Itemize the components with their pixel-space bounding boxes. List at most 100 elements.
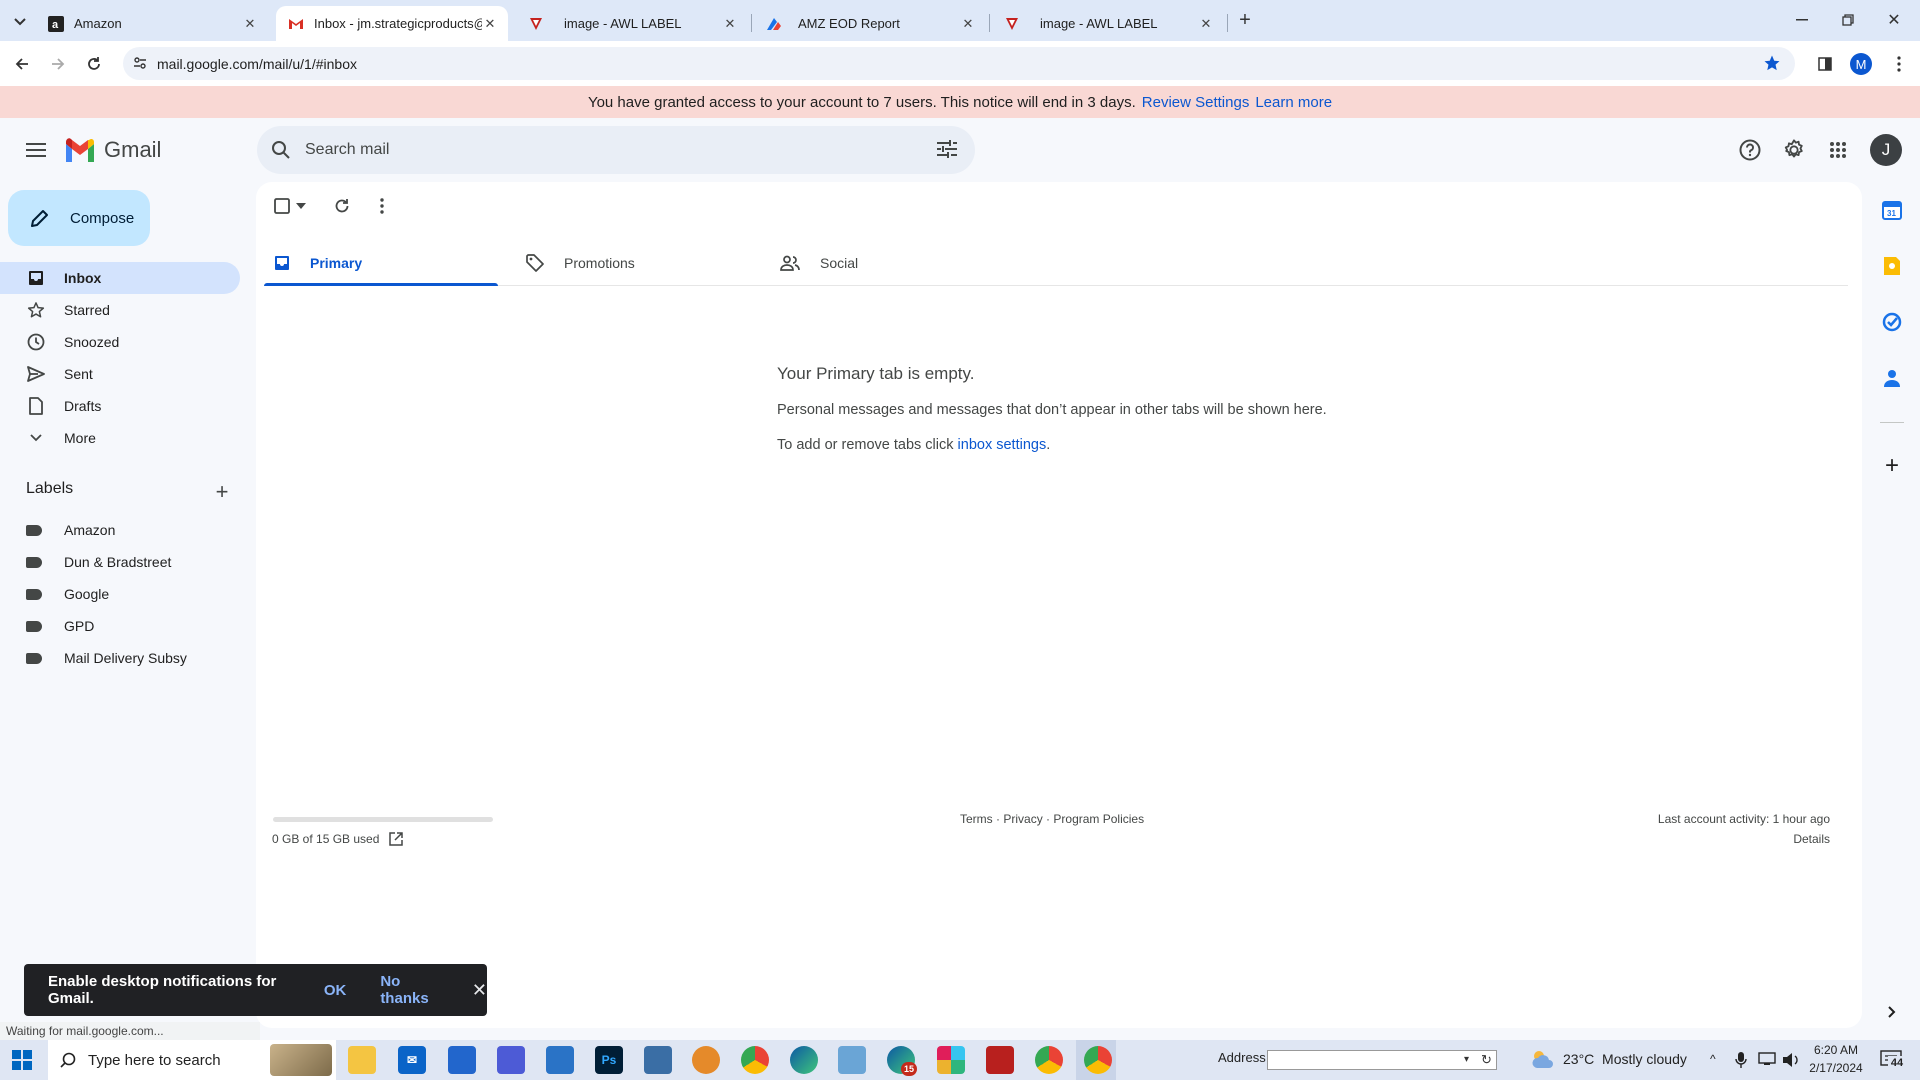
tab-social[interactable]: Social <box>780 240 858 286</box>
new-tab-icon[interactable]: + <box>1233 8 1257 32</box>
chrome-icon[interactable] <box>741 1046 769 1074</box>
restore-icon[interactable] <box>1836 8 1860 32</box>
browser-tab-amazon[interactable]: a Amazon ✕ <box>36 6 268 41</box>
address-toolbar-input[interactable] <box>1267 1050 1497 1070</box>
tab-search-icon[interactable] <box>8 10 32 34</box>
label-item[interactable]: Amazon <box>26 514 115 546</box>
taskbar-search-input[interactable]: Type here to search <box>88 1052 221 1069</box>
keep-icon[interactable] <box>1877 251 1907 281</box>
edge-icon[interactable]: 15 <box>887 1046 917 1076</box>
chevron-up-icon[interactable]: ^ <box>1710 1052 1716 1066</box>
network-icon[interactable] <box>1758 1052 1776 1068</box>
sidebar-item-starred[interactable]: Starred <box>0 294 240 326</box>
select-all-checkbox[interactable] <box>274 196 308 216</box>
app-icon[interactable] <box>546 1046 574 1074</box>
close-tab-icon[interactable]: ✕ <box>482 16 498 32</box>
label-item[interactable]: GPD <box>26 610 94 642</box>
browser-tab-awl-2[interactable]: image - AWL LABEL ✕ <box>992 6 1224 41</box>
sidebar-item-inbox[interactable]: Inbox <box>0 262 240 294</box>
review-settings-link[interactable]: Review Settings <box>1142 94 1250 111</box>
search-box[interactable]: Search mail <box>257 126 975 174</box>
browser-profile-avatar[interactable]: M <box>1850 53 1872 75</box>
reload-icon[interactable] <box>82 52 106 76</box>
sidebar-item-drafts[interactable]: Drafts <box>0 390 240 422</box>
no-thanks-button[interactable]: No thanks <box>380 973 446 1007</box>
chevron-right-icon[interactable] <box>1877 997 1907 1027</box>
sidebar-item-more[interactable]: More <box>0 422 240 454</box>
help-icon[interactable] <box>1736 136 1764 164</box>
tasks-icon[interactable] <box>1877 307 1907 337</box>
terms-link[interactable]: Terms <box>960 812 993 826</box>
mail-app-icon[interactable]: ✉ <box>398 1046 426 1074</box>
refresh-icon[interactable] <box>332 196 352 216</box>
bookmark-star-icon[interactable] <box>1763 54 1781 72</box>
chevron-down-icon[interactable]: ▾ <box>1464 1054 1469 1065</box>
settings-gear-icon[interactable] <box>1780 136 1808 164</box>
add-label-icon[interactable]: + <box>210 479 234 504</box>
close-window-icon[interactable]: ✕ <box>1882 8 1906 32</box>
close-tab-icon[interactable]: ✕ <box>960 16 976 32</box>
more-options-icon[interactable] <box>372 196 392 216</box>
site-info-icon[interactable] <box>133 56 147 70</box>
learn-more-link[interactable]: Learn more <box>1255 94 1332 111</box>
app-icon[interactable] <box>497 1046 525 1074</box>
search-options-icon[interactable] <box>937 140 957 158</box>
address-bar[interactable]: mail.google.com/mail/u/1/#inbox <box>123 47 1795 80</box>
label-item[interactable]: Google <box>26 578 109 610</box>
microphone-icon[interactable] <box>1735 1051 1749 1069</box>
sidebar-item-sent[interactable]: Sent <box>0 358 240 390</box>
slack-icon[interactable] <box>937 1046 965 1074</box>
clock-time[interactable]: 6:20 AM <box>1806 1043 1866 1057</box>
privacy-link[interactable]: Privacy <box>1003 812 1042 826</box>
contacts-icon[interactable] <box>1877 363 1907 393</box>
main-menu-icon[interactable] <box>22 138 50 162</box>
search-input[interactable]: Search mail <box>305 141 389 159</box>
apps-grid-icon[interactable] <box>1824 136 1852 164</box>
windows-start-icon[interactable] <box>12 1050 32 1070</box>
search-icon[interactable] <box>271 140 291 160</box>
minimize-icon[interactable] <box>1790 8 1814 32</box>
sidebar-item-snoozed[interactable]: Snoozed <box>0 326 240 358</box>
calendar-icon[interactable]: 31 <box>1877 195 1907 225</box>
chrome-profile-icon[interactable] <box>1035 1046 1063 1074</box>
chrome-active-icon[interactable] <box>1084 1046 1112 1074</box>
file-explorer-icon[interactable] <box>348 1046 376 1074</box>
close-icon[interactable]: ✕ <box>472 980 487 1001</box>
app-icon[interactable] <box>692 1046 720 1074</box>
clock-date[interactable]: 2/17/2024 <box>1803 1061 1869 1075</box>
program-policies-link[interactable]: Program Policies <box>1053 812 1144 826</box>
game-app-icon[interactable] <box>986 1046 1014 1074</box>
close-tab-icon[interactable]: ✕ <box>722 16 738 32</box>
app-icon[interactable] <box>838 1046 866 1074</box>
gmail-logo[interactable]: Gmail <box>64 136 161 164</box>
ok-button[interactable]: OK <box>324 982 347 999</box>
close-tab-icon[interactable]: ✕ <box>242 16 258 32</box>
details-link[interactable]: Details <box>1760 832 1830 846</box>
store-icon[interactable] <box>448 1046 476 1074</box>
tab-primary[interactable]: Primary <box>274 240 362 286</box>
photoshop-icon[interactable]: Ps <box>595 1046 623 1074</box>
browser-menu-icon[interactable] <box>1888 53 1910 75</box>
get-addons-icon[interactable]: + <box>1877 451 1907 481</box>
calculator-icon[interactable] <box>644 1046 672 1074</box>
tab-promotions[interactable]: Promotions <box>526 240 635 286</box>
close-tab-icon[interactable]: ✕ <box>1198 16 1214 32</box>
compose-button[interactable]: Compose <box>8 190 150 246</box>
weather-text[interactable]: 23°C Mostly cloudy <box>1563 1051 1687 1067</box>
browser-tab-amz-eod[interactable]: AMZ EOD Report ✕ <box>754 6 986 41</box>
browser-tab-gmail[interactable]: Inbox - jm.strategicproducts@g ✕ <box>276 6 508 41</box>
action-center-icon[interactable]: 44 <box>1880 1050 1906 1072</box>
inbox-settings-link[interactable]: inbox settings <box>958 437 1047 453</box>
label-item[interactable]: Dun & Bradstreet <box>26 546 171 578</box>
back-icon[interactable] <box>10 52 34 76</box>
edge-icon[interactable] <box>790 1046 818 1074</box>
label-item[interactable]: Mail Delivery Subsy <box>26 642 187 674</box>
side-panel-icon[interactable] <box>1814 53 1836 75</box>
account-avatar[interactable]: J <box>1870 134 1902 166</box>
browser-tab-awl-1[interactable]: image - AWL LABEL ✕ <box>516 6 748 41</box>
go-refresh-icon[interactable]: ↻ <box>1481 1052 1492 1068</box>
taskbar-search-box[interactable]: Type here to search <box>48 1040 336 1080</box>
volume-icon[interactable] <box>1782 1052 1800 1068</box>
forward-icon[interactable] <box>46 52 70 76</box>
open-external-icon[interactable] <box>389 832 404 846</box>
